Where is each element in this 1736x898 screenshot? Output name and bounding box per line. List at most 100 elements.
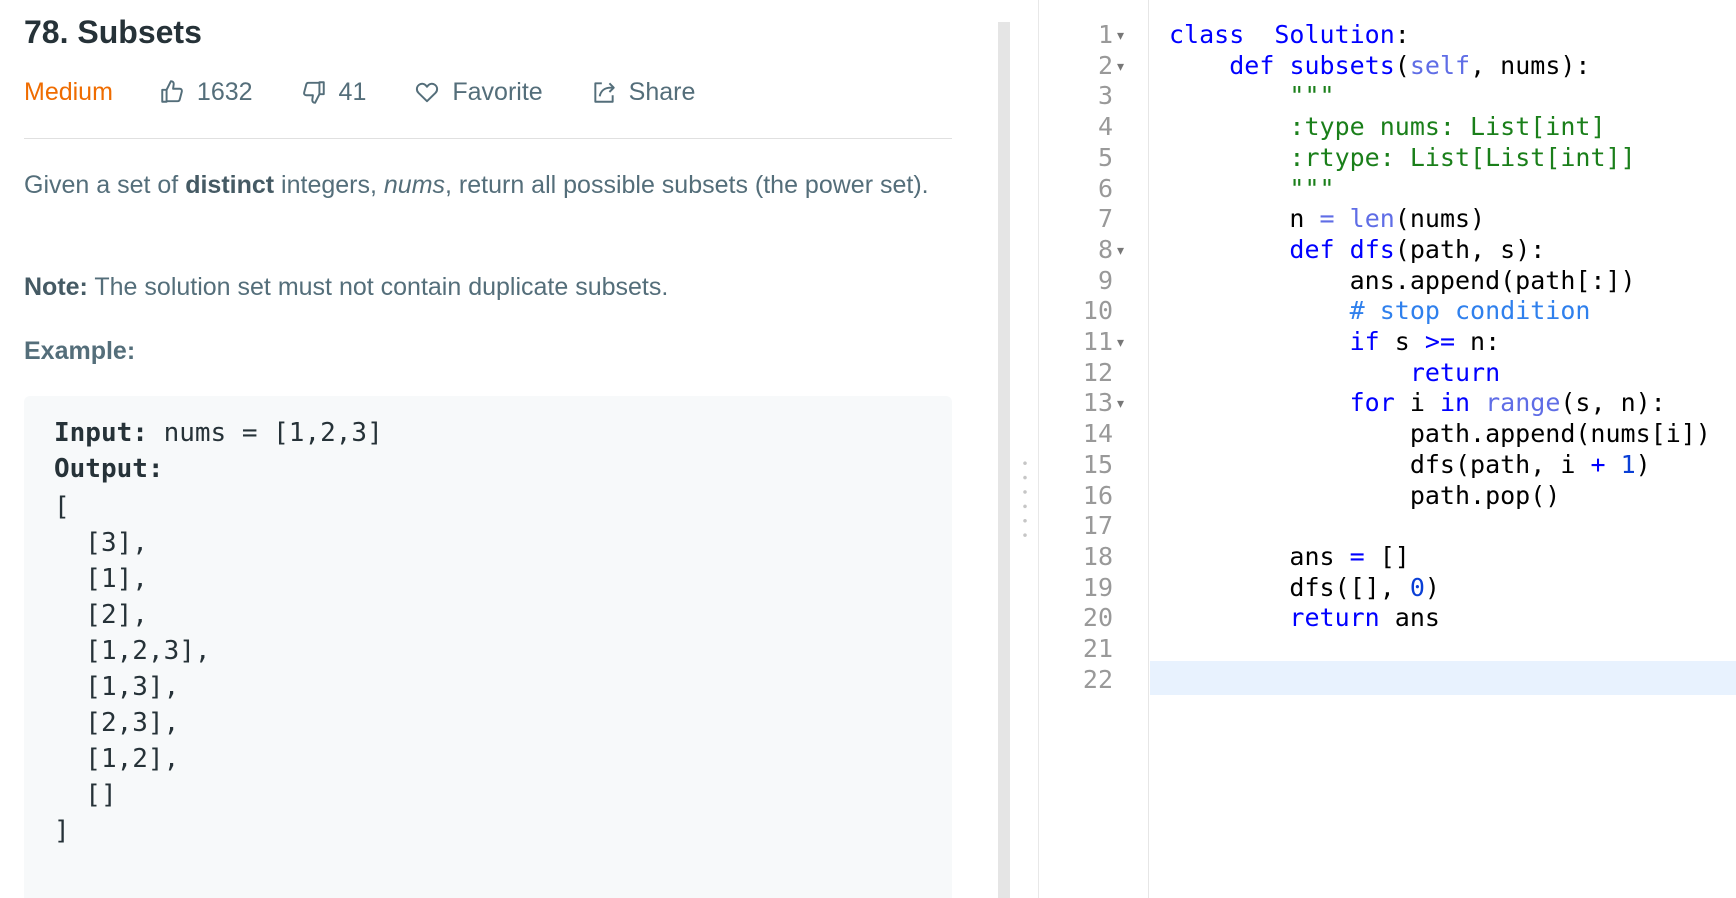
code-line[interactable]: :type nums: List[int] bbox=[1169, 110, 1605, 144]
code-token: for bbox=[1349, 388, 1395, 418]
code-token: return bbox=[1289, 603, 1380, 633]
code-editor[interactable]: 1 ▾ 2 ▾ 3 4 5 6 7 8 ▾ 9 10 11 ▾ 12 13 ▾ 14 15 16 17 18 19 20 21 22… bbox=[1038, 0, 1736, 898]
code-token: return bbox=[1409, 357, 1501, 387]
description-text: , return all possible subsets (the power… bbox=[445, 171, 929, 199]
code-token: ans.append(path[:]) bbox=[1169, 265, 1636, 295]
code-line[interactable]: """ bbox=[1169, 172, 1334, 206]
code-token: ans bbox=[1379, 603, 1440, 633]
example-output-line: [1,3], bbox=[54, 672, 180, 702]
drag-handle-dots bbox=[1023, 456, 1027, 542]
code-line[interactable]: """ bbox=[1169, 79, 1334, 113]
code-line[interactable]: ans = [] bbox=[1169, 540, 1410, 574]
code-token: ans bbox=[1169, 541, 1350, 571]
problem-meta-bar: Medium 1632 41 Favorite Share bbox=[24, 72, 743, 112]
input-label: Input: bbox=[54, 418, 148, 448]
code-line[interactable]: # stop condition bbox=[1169, 294, 1591, 328]
description-text: Given a set of bbox=[24, 171, 186, 199]
description-italic: nums bbox=[383, 171, 446, 199]
dislike-count: 41 bbox=[338, 77, 367, 106]
code-line[interactable]: dfs(path, i + 1) bbox=[1169, 448, 1651, 482]
fold-toggle-icon[interactable]: ▾ bbox=[1117, 386, 1124, 420]
example-output-label: Output: bbox=[54, 454, 164, 484]
line-number: 20 bbox=[1082, 603, 1113, 633]
code-line[interactable]: return ans bbox=[1169, 601, 1440, 635]
line-number: 21 bbox=[1082, 634, 1113, 663]
code-line[interactable]: ans.append(path[:]) bbox=[1169, 264, 1636, 298]
difficulty-badge: Medium bbox=[24, 77, 113, 106]
line-number: 22 bbox=[1082, 664, 1113, 694]
code-token: >= bbox=[1424, 327, 1455, 356]
code-token: ) bbox=[1635, 449, 1651, 479]
example-block: Input: nums = [1,2,3] Output: [ [3], [1]… bbox=[24, 396, 952, 898]
code-line[interactable]: class Solution: bbox=[1169, 18, 1410, 52]
example-output-line: [1,2,3], bbox=[54, 636, 211, 666]
code-token: n bbox=[1169, 204, 1320, 234]
code-line[interactable]: for i in range(s, n): bbox=[1169, 386, 1666, 420]
description-text: integers, bbox=[274, 171, 384, 199]
line-number: 12 bbox=[1082, 357, 1113, 387]
code-token: in bbox=[1439, 388, 1471, 418]
pane-scrollbar[interactable] bbox=[998, 22, 1010, 898]
line-number: 5 bbox=[1097, 142, 1113, 172]
line-number: 19 bbox=[1082, 572, 1113, 602]
code-token: 1 bbox=[1620, 449, 1636, 479]
example-output-line: ] bbox=[54, 816, 70, 846]
code-token: 0 bbox=[1409, 572, 1425, 602]
share-button[interactable]: Share bbox=[591, 77, 696, 107]
line-number-gutter: 1 ▾ 2 ▾ 3 4 5 6 7 8 ▾ 9 10 11 ▾ 12 13 ▾ 14 15 16 17 18 19 20 21 22 bbox=[1039, 0, 1149, 898]
example-output-line: [ bbox=[54, 492, 70, 522]
dislike-button[interactable]: 41 bbox=[301, 77, 367, 107]
fold-toggle-icon[interactable]: ▾ bbox=[1117, 325, 1124, 359]
line-number: 8 bbox=[1097, 234, 1113, 264]
fold-toggle-icon[interactable]: ▾ bbox=[1117, 233, 1124, 267]
line-number: 17 bbox=[1082, 511, 1113, 541]
code-token: : bbox=[1394, 20, 1410, 49]
code-token: = bbox=[1319, 204, 1335, 234]
heart-icon bbox=[416, 82, 439, 103]
code-line[interactable]: :rtype: List[List[int]] bbox=[1169, 141, 1635, 175]
fold-toggle-icon[interactable]: ▾ bbox=[1117, 18, 1124, 52]
code-line[interactable]: path.pop() bbox=[1169, 479, 1561, 513]
code-token: dfs([], bbox=[1169, 572, 1410, 602]
line-number: 16 bbox=[1082, 480, 1113, 510]
example-input: Input: nums = [1,2,3] bbox=[54, 418, 383, 448]
note-text: The solution set must not contain duplic… bbox=[87, 273, 669, 301]
code-line[interactable]: n = len(nums) bbox=[1169, 202, 1485, 236]
line-number: 18 bbox=[1082, 541, 1113, 571]
line-number: 4 bbox=[1097, 112, 1113, 142]
note-label: Note: bbox=[24, 273, 88, 301]
code-line[interactable]: def dfs(path, s): bbox=[1169, 233, 1545, 267]
code-token: path.append(nums[i]) bbox=[1169, 419, 1711, 449]
code-line[interactable]: def subsets(self, nums): bbox=[1169, 49, 1591, 83]
code-token: subsets bbox=[1289, 50, 1395, 80]
code-token: , nums): bbox=[1470, 50, 1591, 80]
pane-resize-handle[interactable] bbox=[1016, 0, 1038, 898]
code-line[interactable]: dfs([], 0) bbox=[1169, 571, 1440, 605]
code-line[interactable]: path.append(nums[i]) bbox=[1169, 417, 1711, 451]
code-token: [] bbox=[1364, 541, 1410, 571]
code-token: Solution bbox=[1274, 20, 1395, 49]
example-heading: Example: bbox=[24, 337, 136, 365]
code-token: + bbox=[1590, 449, 1606, 479]
code-line[interactable]: if s >= n: bbox=[1169, 325, 1501, 359]
active-line-highlight bbox=[1150, 660, 1736, 695]
line-number: 1 bbox=[1097, 20, 1113, 49]
share-label: Share bbox=[628, 77, 696, 106]
favorite-button[interactable]: Favorite bbox=[414, 78, 543, 107]
line-number: 6 bbox=[1097, 173, 1113, 203]
code-line[interactable]: return bbox=[1169, 356, 1500, 390]
problem-title: 78. Subsets bbox=[24, 14, 202, 50]
code-token: (nums) bbox=[1394, 204, 1486, 234]
problem-note: Note: The solution set must not contain … bbox=[24, 268, 952, 306]
share-icon bbox=[594, 82, 615, 103]
fold-toggle-icon[interactable]: ▾ bbox=[1117, 49, 1124, 83]
example-output-line: [1], bbox=[54, 564, 148, 594]
like-button[interactable]: 1632 bbox=[159, 78, 253, 107]
